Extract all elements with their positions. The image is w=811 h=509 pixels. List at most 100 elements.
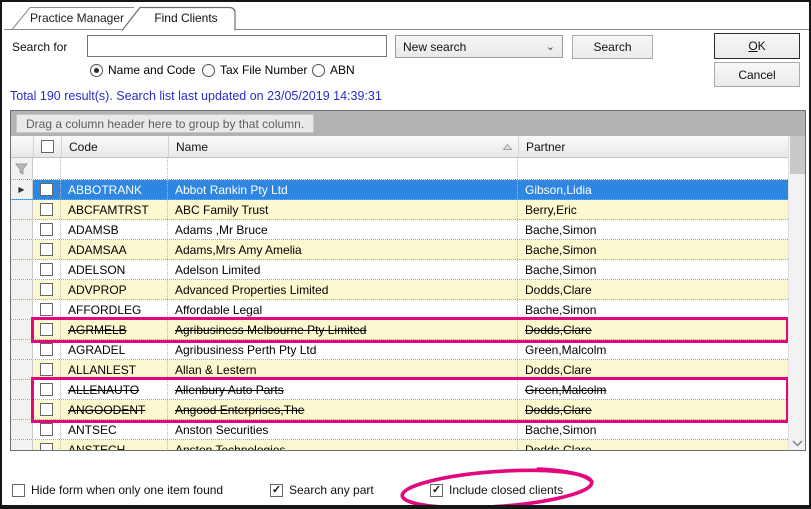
row-select-cell[interactable] [33, 340, 61, 359]
row-select-cell[interactable] [33, 400, 61, 419]
cell-code: AFFORDLEG [61, 300, 168, 319]
cell-partner: Dodds,Clare [518, 280, 788, 299]
scroll-down-icon[interactable] [792, 440, 803, 447]
checkbox-include-closed-clients[interactable]: ✓ Include closed clients [430, 483, 563, 497]
table-row[interactable]: ADVPROP Advanced Properties Limited Dodd… [11, 280, 788, 300]
row-checkbox[interactable] [40, 383, 53, 396]
row-checkbox[interactable] [40, 363, 53, 376]
cell-partner: Bache,Simon [518, 260, 788, 279]
row-indicator [11, 380, 33, 399]
filter-cell-partner[interactable] [518, 158, 788, 179]
row-select-cell[interactable] [33, 440, 61, 450]
table-row[interactable]: ADAMSAA Adams,Mrs Amy Amelia Bache,Simon [11, 240, 788, 260]
row-select-cell[interactable] [33, 300, 61, 319]
row-select-cell[interactable] [33, 360, 61, 379]
cancel-button[interactable]: Cancel [714, 62, 800, 87]
group-by-panel[interactable]: Drag a column header here to group by th… [11, 111, 805, 136]
row-select-cell[interactable] [33, 320, 61, 339]
filter-cell[interactable] [33, 158, 61, 179]
sort-ascending-icon [503, 144, 512, 150]
row-select-cell[interactable] [33, 260, 61, 279]
header-select-all[interactable] [33, 136, 61, 157]
filter-funnel-icon [15, 163, 28, 175]
row-checkbox[interactable] [40, 243, 53, 256]
checkbox-icon[interactable] [12, 484, 25, 497]
row-select-cell[interactable] [33, 420, 61, 439]
find-clients-window: Practice Manager Find Clients Search for… [0, 0, 811, 509]
cell-name: Allenbury Auto Parts [168, 380, 518, 399]
cell-name: Agribusiness Perth Pty Ltd [168, 340, 518, 359]
row-indicator [11, 400, 33, 419]
radio-label: ABN [330, 63, 355, 77]
row-checkbox[interactable] [40, 203, 53, 216]
cell-name: Advanced Properties Limited [168, 280, 518, 299]
checkbox-search-any-part[interactable]: ✓ Search any part [270, 483, 374, 497]
cell-partner: Dodds,Clare [518, 360, 788, 379]
table-row[interactable]: ALLANLEST Allan & Lestern Dodds,Clare [11, 360, 788, 380]
radio-name-and-code[interactable]: Name and Code [90, 63, 195, 77]
cell-code: ANSTECH [61, 440, 168, 450]
cell-name: Anston Technologies [168, 440, 518, 450]
row-checkbox[interactable] [40, 323, 53, 336]
cell-partner: Bache,Simon [518, 240, 788, 259]
column-header-partner[interactable]: Partner [518, 136, 788, 157]
row-select-cell[interactable] [33, 200, 61, 219]
row-checkbox[interactable] [40, 403, 53, 416]
row-checkbox[interactable] [40, 263, 53, 276]
tab-find-clients[interactable]: Find Clients [154, 11, 217, 25]
row-checkbox[interactable] [40, 223, 53, 236]
cell-partner: Dodds,Clare [518, 320, 788, 339]
cell-code: AGRADEL [61, 340, 168, 359]
row-select-cell[interactable] [33, 220, 61, 239]
table-row[interactable]: ADAMSB Adams ,Mr Bruce Bache,Simon [11, 220, 788, 240]
table-row[interactable]: AFFORDLEG Affordable Legal Bache,Simon [11, 300, 788, 320]
row-checkbox[interactable] [40, 443, 53, 450]
checkbox-hide-form[interactable]: Hide form when only one item found [12, 483, 223, 497]
search-type-dropdown[interactable]: New search ⌄ [395, 35, 563, 58]
cell-partner: Green,Malcolm [518, 340, 788, 359]
filter-cell-name[interactable] [168, 158, 518, 179]
row-indicator [11, 300, 33, 319]
ok-button[interactable]: OK [714, 33, 800, 59]
search-input[interactable] [87, 35, 387, 57]
column-header-code[interactable]: Code [61, 136, 168, 157]
table-row[interactable]: ADELSON Adelson Limited Bache,Simon [11, 260, 788, 280]
grid-filter-row [11, 158, 788, 180]
radio-tax-file-number[interactable]: Tax File Number [202, 63, 307, 77]
checkbox-icon[interactable]: ✓ [270, 484, 283, 497]
table-row[interactable]: AGRADEL Agribusiness Perth Pty Ltd Green… [11, 340, 788, 360]
table-row[interactable]: AGRMELB Agribusiness Melbourne Pty Limit… [11, 320, 788, 340]
row-select-cell[interactable] [33, 380, 61, 399]
row-checkbox[interactable] [40, 303, 53, 316]
row-checkbox[interactable] [40, 423, 53, 436]
table-row[interactable]: ▶ ABBOTRANK Abbot Rankin Pty Ltd Gibson,… [11, 180, 788, 200]
row-checkbox[interactable] [40, 343, 53, 356]
row-select-cell[interactable] [33, 280, 61, 299]
table-row[interactable]: ANTSEC Anston Securities Bache,Simon [11, 420, 788, 440]
column-header-name[interactable]: Name [168, 136, 518, 157]
cell-code: ANTSEC [61, 420, 168, 439]
row-checkbox[interactable] [40, 183, 53, 196]
radio-circle-icon [90, 64, 103, 77]
row-checkbox[interactable] [40, 283, 53, 296]
table-row[interactable]: ALLENAUTO Allenbury Auto Parts Green,Mal… [11, 380, 788, 400]
filter-cell-code[interactable] [61, 158, 168, 179]
vertical-scrollbar[interactable] [788, 136, 805, 450]
cell-name: Adams ,Mr Bruce [168, 220, 518, 239]
search-button[interactable]: Search [572, 35, 653, 59]
checkbox-label: Include closed clients [449, 483, 563, 497]
row-select-cell[interactable] [33, 240, 61, 259]
table-row[interactable]: ANSTECH Anston Technologies Dodds,Clare [11, 440, 788, 450]
scrollbar-thumb[interactable] [790, 136, 805, 174]
table-row[interactable]: ANGOODENT Angood Enterprises,The Dodds,C… [11, 400, 788, 420]
checkbox-icon[interactable]: ✓ [430, 484, 443, 497]
column-header-name-label: Name [176, 140, 208, 154]
row-indicator [11, 280, 33, 299]
radio-abn[interactable]: ABN [312, 63, 355, 77]
tab-practice-manager[interactable]: Practice Manager [30, 11, 124, 25]
row-select-cell[interactable] [33, 180, 61, 199]
select-all-checkbox[interactable] [41, 140, 54, 153]
cell-code: ADELSON [61, 260, 168, 279]
table-row[interactable]: ABCFAMTRST ABC Family Trust Berry,Eric [11, 200, 788, 220]
grid-header-row: Code Name Partner [11, 136, 788, 158]
